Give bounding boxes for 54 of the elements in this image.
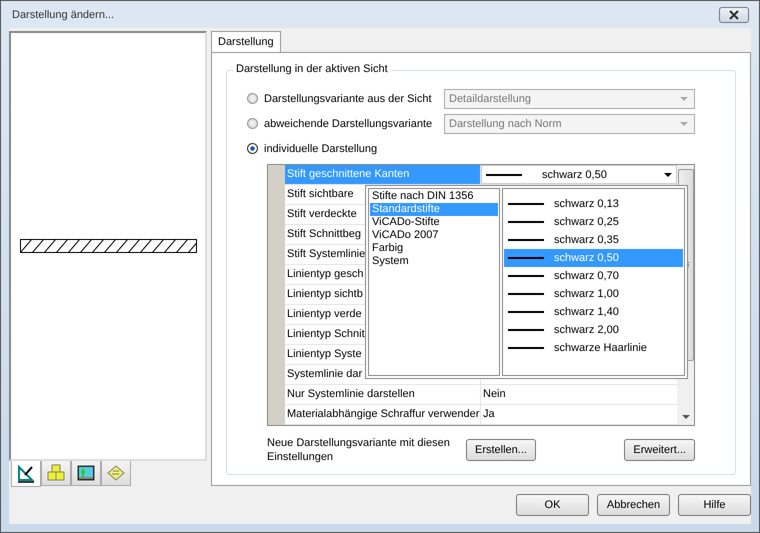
image-icon [77, 465, 95, 481]
create-button[interactable]: Erstellen... [466, 439, 536, 461]
pen-dropdown[interactable]: schwarz 0,50 [481, 165, 677, 184]
category-item[interactable]: System [370, 255, 498, 268]
panel-tab[interactable] [71, 461, 101, 486]
radio-button[interactable] [247, 93, 258, 104]
pen-item[interactable]: schwarz 0,35 [504, 231, 683, 249]
pen-item[interactable]: schwarze Haarlinie [504, 339, 683, 357]
pen-item[interactable]: schwarz 1,40 [504, 303, 683, 321]
caret-icon [680, 96, 688, 100]
line-sample-icon [508, 293, 544, 295]
close-button[interactable] [719, 6, 749, 22]
dialog-button[interactable]: Abbrechen [597, 494, 670, 516]
window-title: Darstellung ändern... [12, 8, 114, 20]
pen-item[interactable]: schwarz 1,00 [504, 285, 683, 303]
option-label: Darstellungsvariante aus der Sicht [264, 92, 432, 104]
hint-text: Neue Darstellungsvariante mit diesen Einstellungen [267, 436, 451, 464]
line-sample-icon [508, 221, 544, 223]
property-value: Nein [482, 387, 507, 402]
line-sample-icon [508, 311, 544, 313]
line-sample-icon [508, 329, 544, 331]
option-label: abweichende Darstellungsvariante [264, 118, 432, 130]
property-name[interactable]: Materialabhängige Schraffur verwender [285, 405, 481, 424]
pen-item[interactable]: schwarz 0,13 [504, 195, 683, 213]
dialog-button[interactable]: Hilfe [678, 494, 751, 516]
note-icon [107, 465, 125, 481]
tab[interactable]: Darstellung [211, 31, 281, 52]
option-label: individuelle Darstellung [264, 142, 378, 154]
radio-button[interactable] [247, 143, 258, 154]
property-name[interactable]: Nur Systemlinie darstellen [285, 385, 481, 404]
drafting-triangle-icon [17, 464, 35, 482]
radio-button[interactable] [247, 118, 258, 129]
category-item[interactable]: ViCADo-Stifte [370, 216, 498, 229]
line-sample-icon [508, 347, 544, 349]
line-sample-icon [508, 203, 544, 205]
property-value: Ja [482, 407, 496, 422]
line-sample-icon [486, 174, 522, 176]
advanced-button[interactable]: Erweitert... [624, 439, 695, 461]
caret-icon [664, 172, 672, 176]
line-sample-icon [508, 257, 544, 259]
category-item[interactable]: ViCADo 2007 [370, 229, 498, 242]
pen-item[interactable]: schwarz 0,70 [504, 267, 683, 285]
pen-item[interactable]: schwarz 0,25 [504, 213, 683, 231]
line-sample-icon [508, 239, 544, 241]
group-title: Darstellung in der aktiven Sicht [233, 63, 391, 75]
category-item[interactable]: Farbig [370, 242, 498, 255]
panel-tab[interactable] [11, 461, 41, 487]
close-icon [727, 10, 741, 20]
scroll-down-icon [682, 415, 690, 419]
line-sample-icon [508, 275, 544, 277]
dialog-button[interactable]: OK [516, 494, 589, 516]
pen-item[interactable]: schwarz 2,00 [504, 321, 683, 339]
caret-icon [680, 122, 688, 126]
cubes-icon [47, 464, 65, 482]
